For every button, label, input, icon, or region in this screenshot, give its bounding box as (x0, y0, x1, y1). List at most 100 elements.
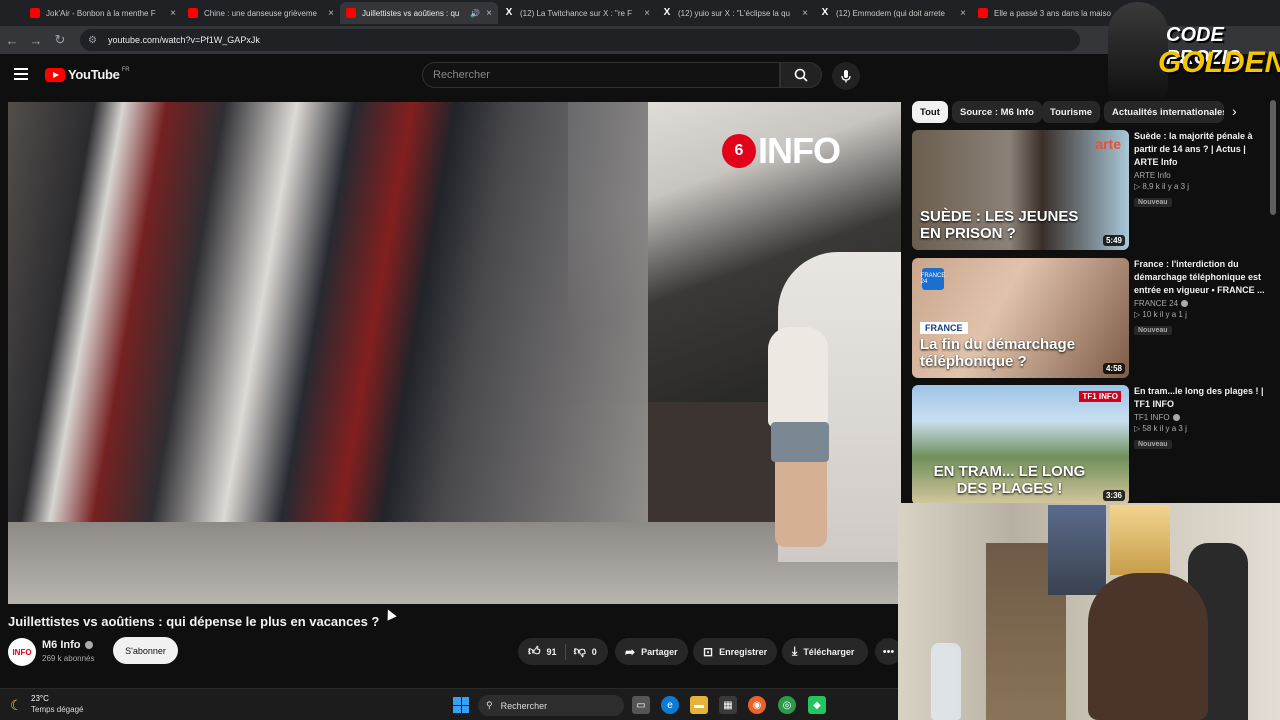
menu-icon[interactable] (14, 68, 28, 80)
dislike-count[interactable]: 0 (592, 647, 597, 657)
task-view-icon[interactable]: ▭ (632, 696, 650, 714)
sidebar-scrollbar[interactable] (1270, 100, 1276, 215)
url-field[interactable]: ⚙ youtube.com/watch?v=Pf1W_GAPxJk (80, 29, 1080, 51)
store-icon[interactable]: ▦ (719, 696, 737, 714)
share-label: Partager (641, 646, 678, 657)
recommended-video[interactable]: TF1 INFO EN TRAM... LE LONG DES PLAGES !… (912, 385, 1272, 505)
save-button[interactable]: ⊡ Enregistrer (693, 638, 777, 665)
file-explorer-icon[interactable]: ▬ (690, 696, 708, 714)
thumbs-up-icon[interactable]: 👍︎ (528, 644, 541, 659)
chip-all[interactable]: Tout (912, 101, 948, 123)
m6-logo-icon: 6 (722, 134, 756, 168)
chrome-icon[interactable]: ◎ (778, 696, 796, 714)
chip-international[interactable]: Actualités internationales (1104, 101, 1224, 123)
channel-name-text: M6 Info (42, 639, 81, 651)
tab-title: Juillettistes vs aoûtiens : qu (362, 8, 460, 18)
reload-icon[interactable]: ↻ (48, 28, 72, 52)
moon-weather-icon[interactable]: ☾ (10, 697, 23, 714)
youtube-logo[interactable]: YouTube FR (45, 67, 130, 82)
webcam-poster (1048, 505, 1106, 595)
weather-condition[interactable]: Temps dégagé (31, 705, 83, 714)
verified-icon (1181, 300, 1189, 307)
webcam-bottle (931, 643, 961, 720)
close-icon[interactable]: × (960, 8, 966, 19)
edge-icon[interactable]: e (661, 696, 679, 714)
recommended-channel[interactable]: ARTE Info (1134, 171, 1268, 180)
firefox-icon[interactable]: ◉ (748, 696, 766, 714)
overlay-line2: GOLDENG (1158, 46, 1280, 79)
recommended-stats: ▷ 10 k il y a 1 j (1134, 310, 1187, 319)
new-badge: Nouveau (1134, 326, 1172, 335)
browser-tab[interactable]: X (12) yuio sur X : "L'éclipse la qu × (656, 2, 814, 24)
divider (564, 643, 566, 660)
recommended-video[interactable]: arte SUÈDE : LES JEUNES EN PRISON ? 5:49… (912, 130, 1272, 250)
tab-title: (12) Emmodem (qui doit arrete (836, 8, 945, 18)
recommended-channel[interactable]: TF1 INFO (1134, 413, 1268, 422)
subscribe-button[interactable]: S'abonner (113, 637, 178, 664)
recommended-title[interactable]: France : l'interdiction du démarchage té… (1134, 258, 1268, 297)
search-input[interactable]: Rechercher (422, 62, 780, 88)
chip-source-m6[interactable]: Source : M6 Info (952, 101, 1042, 123)
channel-avatar[interactable]: INFO (8, 638, 36, 666)
browser-tab[interactable]: Elle a passé 3 ans dans la maiso × (972, 2, 1130, 24)
video-thumbnail[interactable]: arte SUÈDE : LES JEUNES EN PRISON ? 5:49 (912, 130, 1129, 250)
like-count[interactable]: 91 (547, 647, 557, 657)
site-info-icon[interactable]: ⚙ (88, 35, 100, 46)
video-duration: 4:58 (1102, 363, 1125, 374)
browser-tab[interactable]: Jok'Air - Bonbon à la menthe F × (24, 2, 182, 24)
close-icon[interactable]: × (170, 8, 176, 19)
x-icon: X (505, 7, 513, 18)
video-thumbnail[interactable]: FRANCE 24 FRANCE La fin du démarchage té… (912, 258, 1129, 378)
share-button[interactable]: ➦ Partager (615, 638, 688, 665)
close-icon[interactable]: × (486, 8, 492, 19)
forward-icon[interactable]: → (24, 28, 48, 52)
verified-icon (1172, 414, 1180, 421)
country-code: FR (121, 66, 130, 73)
tab-title: Jok'Air - Bonbon à la menthe F (46, 8, 156, 18)
thumbnail-caption: SUÈDE : LES JEUNES EN PRISON ? (920, 208, 1079, 242)
bookmark-icon: ⊡ (703, 644, 714, 659)
video-player[interactable]: 6 INFO (8, 102, 901, 604)
app-icon[interactable]: ◆ (808, 696, 826, 714)
browser-tab[interactable]: Chine : une danseuse grièveme × (182, 2, 340, 24)
video-thumbnail[interactable]: TF1 INFO EN TRAM... LE LONG DES PLAGES !… (912, 385, 1129, 505)
taskbar-search-label: Rechercher (500, 700, 548, 711)
webcam-streamer (1088, 573, 1208, 720)
recommended-title[interactable]: En tram...le long des plages ! | TF1 INF… (1134, 385, 1268, 411)
windows-start-icon[interactable] (453, 697, 469, 713)
video-duration: 5:49 (1102, 235, 1125, 246)
thumbs-down-icon[interactable]: 👎︎ (574, 644, 586, 659)
temperature[interactable]: 23°C (31, 694, 49, 703)
browser-tab[interactable]: X (12) Emmodem (qui doit arrete × (814, 2, 972, 24)
search-button[interactable] (780, 62, 822, 88)
chevron-right-icon[interactable]: › (1232, 103, 1237, 119)
recommended-stats: ▷ 58 k il y a 3 j (1134, 424, 1187, 433)
youtube-icon (346, 8, 356, 18)
voice-search-button[interactable] (832, 62, 860, 90)
webcam-feed (898, 503, 1280, 720)
recommended-title[interactable]: Suède : la majorité pénale à partir de 1… (1134, 130, 1268, 169)
download-icon: ⤓ (792, 644, 798, 658)
thumbnail-caption: La fin du démarchage téléphonique ? (920, 336, 1076, 370)
close-icon[interactable]: × (644, 8, 650, 19)
close-icon[interactable]: × (328, 8, 334, 19)
browser-tab[interactable]: X (12) La Twitchance sur X : "re F × (498, 2, 656, 24)
m6-info-watermark: 6 INFO (722, 130, 841, 172)
address-bar: ← → ↻ ⚙ youtube.com/watch?v=Pf1W_GAPxJk (0, 26, 1280, 54)
download-button[interactable]: ⤓ Télécharger (782, 638, 868, 665)
search-icon (794, 68, 808, 82)
speaker-icon[interactable]: 🔊 (470, 9, 480, 18)
taskbar-search[interactable]: ⚲ Rechercher (478, 695, 624, 716)
webcam-poster (1110, 505, 1170, 575)
tab-title: Elle a passé 3 ans dans la maiso (994, 8, 1111, 18)
chip-tourism[interactable]: Tourisme (1042, 101, 1101, 123)
stream-overlay-logo: CODE PROZIS GOLDENG (1108, 0, 1280, 100)
recommended-channel[interactable]: FRANCE 24 (1134, 299, 1268, 308)
browser-tab-active[interactable]: Juillettistes vs aoûtiens : qu 🔊 × (340, 2, 498, 24)
recommended-video[interactable]: FRANCE 24 FRANCE La fin du démarchage té… (912, 258, 1272, 378)
microphone-icon (841, 70, 851, 83)
channel-name[interactable]: M6 Info (42, 639, 93, 651)
recommended-stats: ▷ 8,9 k il y a 3 j (1134, 182, 1190, 191)
back-icon[interactable]: ← (0, 28, 24, 52)
close-icon[interactable]: × (802, 8, 808, 19)
